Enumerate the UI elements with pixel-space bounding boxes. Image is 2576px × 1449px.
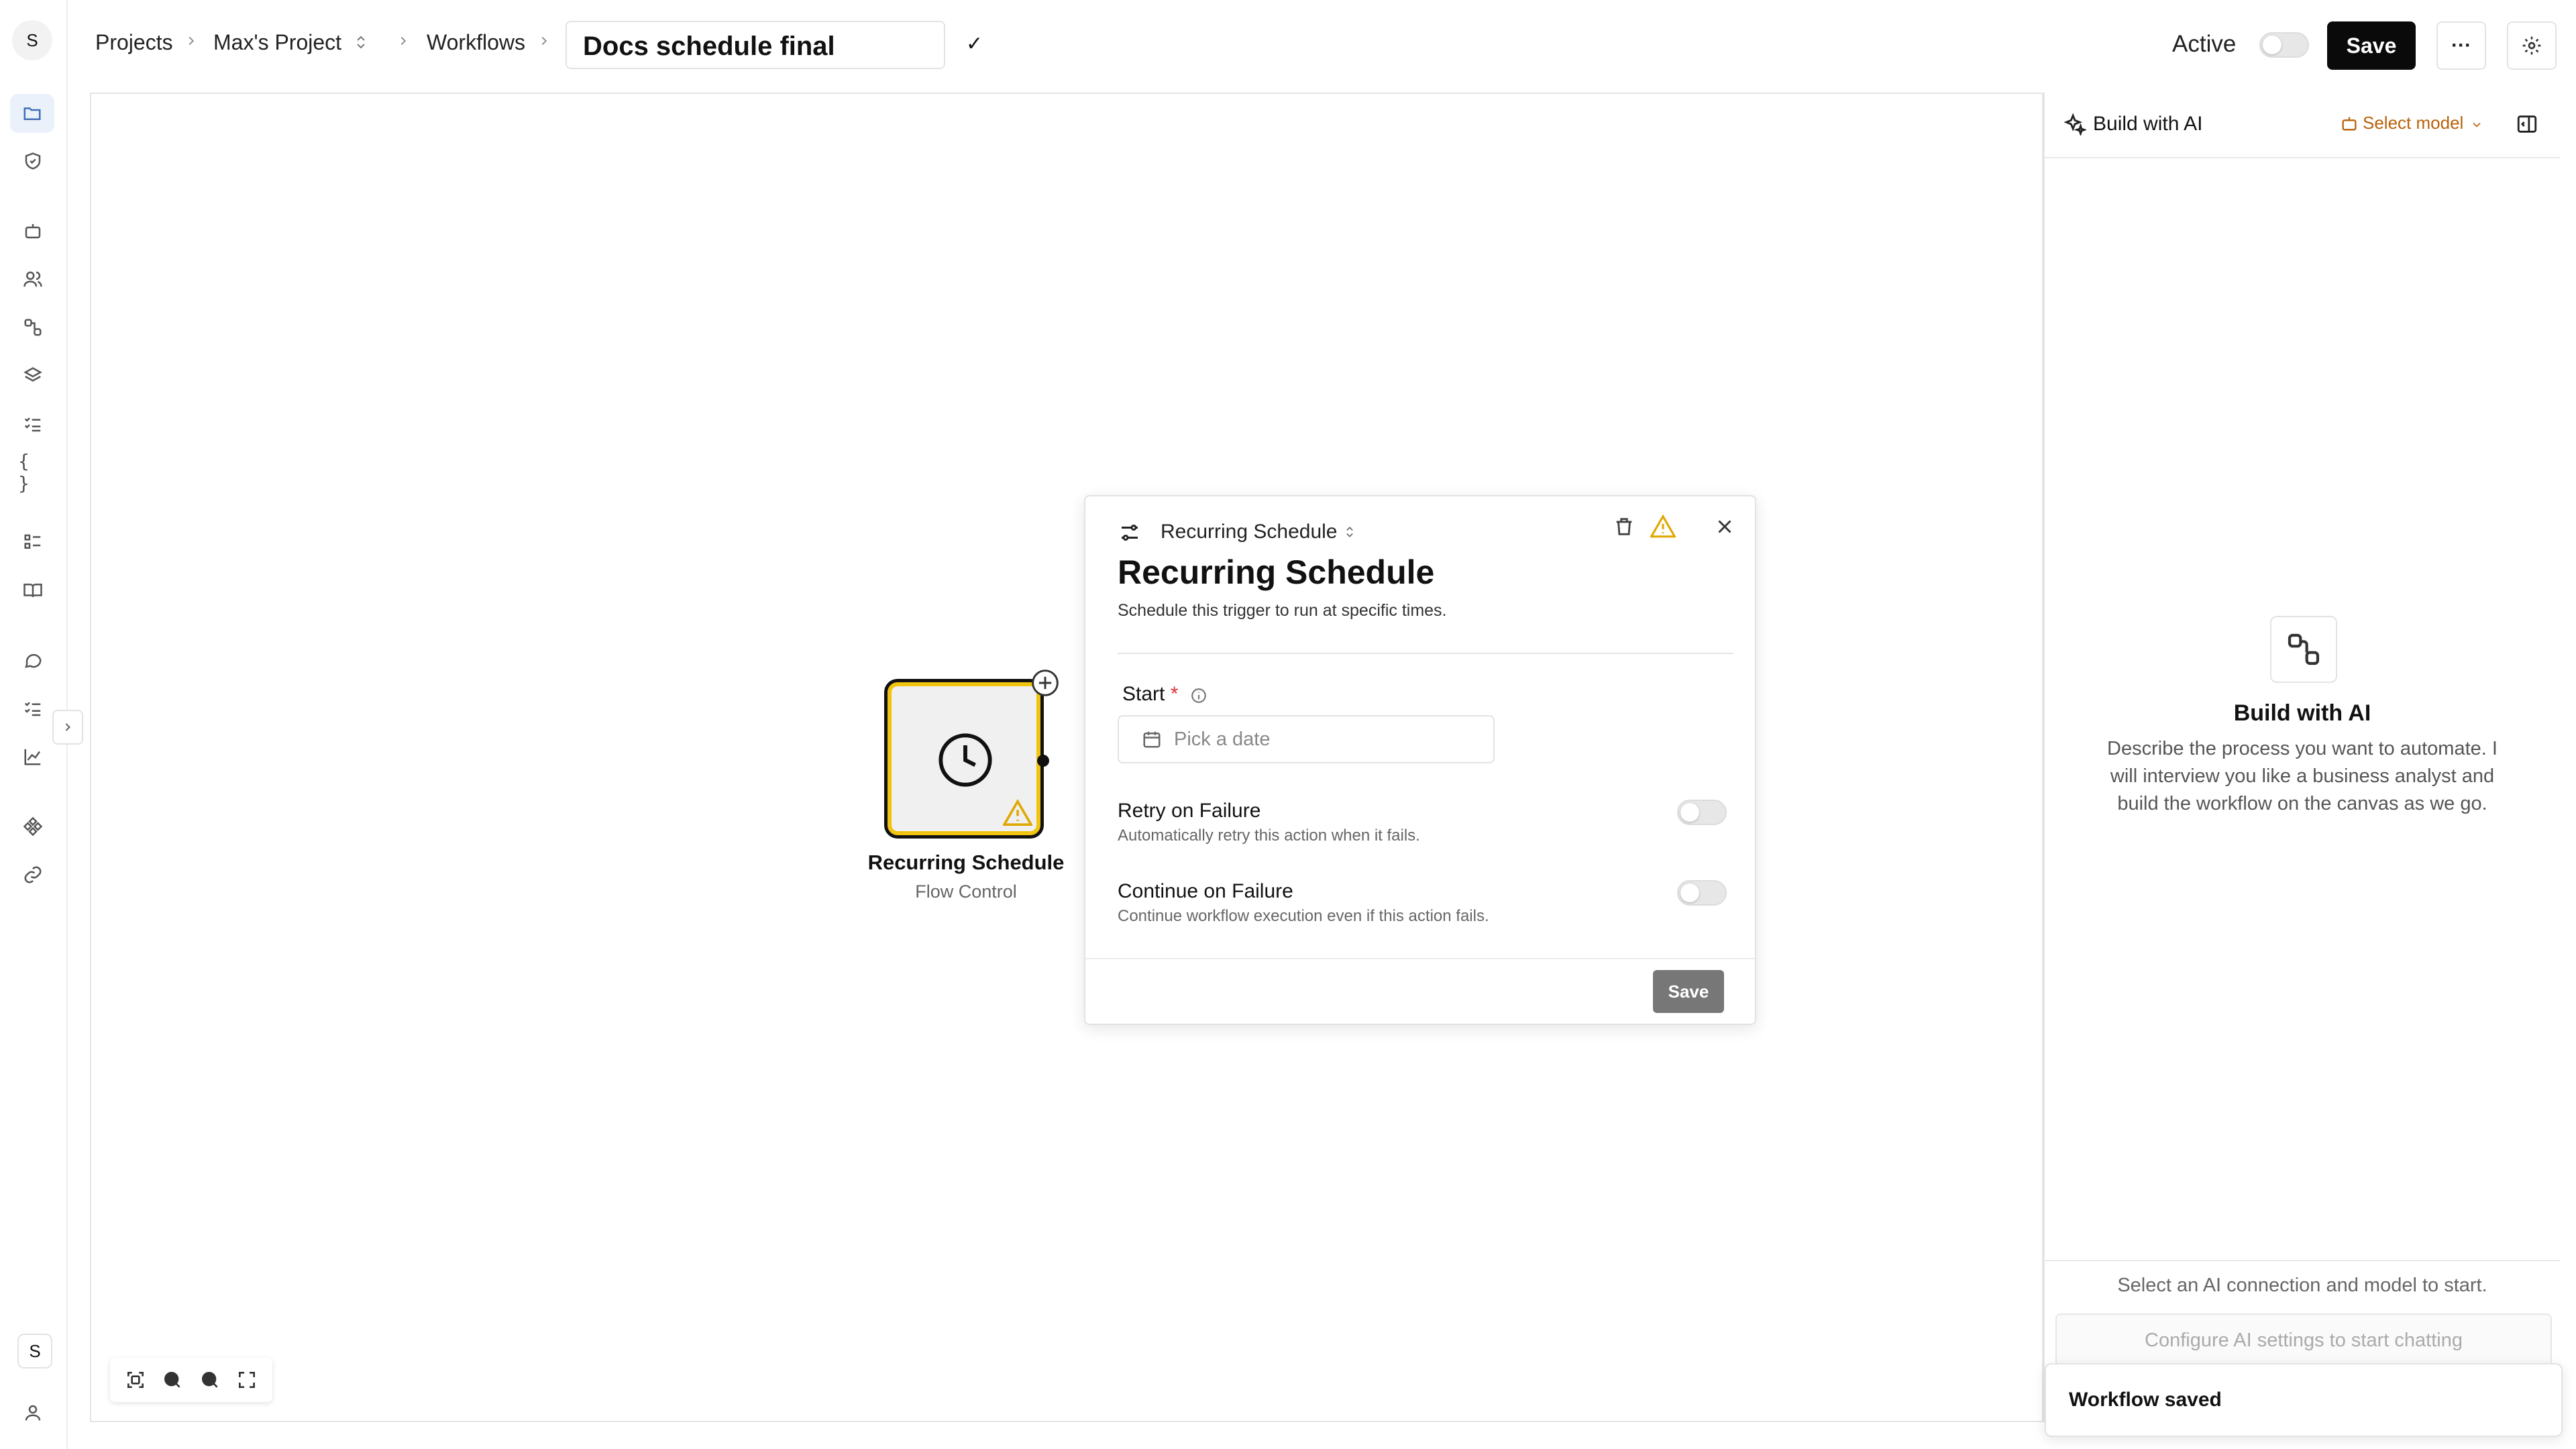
expand-sidebar-button[interactable] bbox=[52, 710, 83, 745]
retry-on-failure-description: Automatically retry this action when it … bbox=[1118, 826, 1420, 845]
user-icon[interactable] bbox=[18, 1398, 48, 1428]
link-icon[interactable] bbox=[18, 860, 48, 890]
warning-icon bbox=[1650, 514, 1676, 538]
workflow-name-input[interactable]: Docs schedule final bbox=[566, 21, 945, 69]
list-icon[interactable] bbox=[18, 527, 48, 557]
more-menu-button[interactable]: ··· bbox=[2436, 21, 2486, 70]
calendar-icon bbox=[1142, 729, 1162, 749]
panel-description: Schedule this trigger to run at specific… bbox=[1118, 601, 1447, 620]
node-output-handle[interactable] bbox=[1037, 755, 1049, 767]
sliders-icon bbox=[1118, 521, 1142, 545]
bot-icon[interactable] bbox=[18, 216, 48, 246]
braces-icon[interactable]: { } bbox=[18, 450, 48, 494]
continue-on-failure-description: Continue workflow execution even if this… bbox=[1118, 907, 1489, 925]
start-label-text: Start bbox=[1122, 683, 1165, 705]
chevron-right-icon bbox=[537, 34, 551, 48]
start-label: Start * bbox=[1122, 683, 1178, 706]
panel-footer-divider bbox=[1085, 958, 1755, 959]
chevron-right-icon bbox=[184, 34, 199, 48]
sparkles-icon bbox=[2063, 113, 2086, 136]
node-type-selector[interactable]: Recurring Schedule bbox=[1161, 521, 1337, 543]
collapse-panel-icon[interactable] bbox=[2516, 113, 2538, 136]
layers-icon[interactable] bbox=[18, 361, 48, 390]
select-model-dropdown[interactable]: Select model bbox=[2363, 113, 2463, 133]
fit-view-icon[interactable] bbox=[125, 1369, 146, 1391]
folder-icon[interactable] bbox=[10, 94, 54, 133]
chevron-updown-icon[interactable] bbox=[1343, 523, 1356, 541]
chevron-right-icon bbox=[396, 34, 411, 48]
model-bot-icon bbox=[2340, 114, 2359, 133]
node-title: Recurring Schedule bbox=[867, 851, 1065, 874]
workflow-node-recurring-schedule[interactable] bbox=[884, 679, 1044, 839]
ai-chat-input[interactable]: Configure AI settings to start chatting bbox=[2055, 1313, 2552, 1367]
chart-icon[interactable] bbox=[18, 742, 48, 771]
retry-on-failure-toggle[interactable] bbox=[1677, 800, 1727, 825]
panel-title: Recurring Schedule bbox=[1118, 553, 1435, 591]
panel-save-button[interactable]: Save bbox=[1653, 970, 1724, 1013]
tasks-icon[interactable] bbox=[18, 694, 48, 723]
breadcrumb-project[interactable]: Max's Project bbox=[213, 30, 341, 55]
info-icon[interactable] bbox=[1190, 687, 1208, 704]
shield-icon[interactable] bbox=[18, 146, 48, 176]
ai-panel-header-divider bbox=[2045, 157, 2560, 158]
ai-select-hint: Select an AI connection and model to sta… bbox=[2117, 1275, 2487, 1296]
chevron-right-icon bbox=[65, 723, 70, 731]
required-mark: * bbox=[1170, 683, 1179, 705]
workspace-badge[interactable]: S bbox=[17, 1334, 52, 1368]
zoom-out-icon[interactable] bbox=[199, 1369, 221, 1391]
ai-footer-divider bbox=[2045, 1260, 2560, 1261]
warning-icon bbox=[1003, 799, 1032, 826]
nodes-icon[interactable] bbox=[18, 313, 48, 342]
divider bbox=[1118, 653, 1733, 654]
confirm-name-icon[interactable]: ✓ bbox=[966, 32, 983, 56]
toast-message: Workflow saved bbox=[2069, 1389, 2222, 1411]
ai-panel-title: Build with AI bbox=[2093, 113, 2203, 135]
breadcrumb-workflows[interactable]: Workflows bbox=[427, 30, 525, 55]
continue-on-failure-label: Continue on Failure bbox=[1118, 880, 1293, 902]
add-node-icon[interactable] bbox=[1030, 668, 1060, 698]
project-switcher-icon[interactable] bbox=[353, 34, 369, 51]
save-button[interactable]: Save bbox=[2327, 21, 2416, 70]
zoom-in-icon[interactable] bbox=[162, 1369, 183, 1391]
ai-empty-title: Build with AI bbox=[2233, 700, 2371, 726]
checklist-icon[interactable] bbox=[18, 409, 48, 439]
clock-icon bbox=[936, 731, 995, 790]
workflow-nodes-icon bbox=[2270, 616, 2337, 683]
node-subtitle: Flow Control bbox=[915, 881, 1017, 902]
toast-notification: Workflow saved bbox=[2045, 1363, 2563, 1437]
trash-icon[interactable] bbox=[1613, 515, 1635, 538]
ai-empty-description: Describe the process you want to automat… bbox=[2107, 738, 2498, 814]
chevron-down-icon[interactable] bbox=[2470, 118, 2483, 131]
date-placeholder: Pick a date bbox=[1174, 728, 1271, 750]
close-icon[interactable] bbox=[1713, 515, 1736, 538]
gear-icon bbox=[2522, 36, 2541, 55]
retry-on-failure-label: Retry on Failure bbox=[1118, 800, 1261, 822]
settings-button[interactable] bbox=[2507, 21, 2557, 70]
start-date-picker[interactable]: Pick a date bbox=[1118, 715, 1495, 763]
zoom-controls bbox=[110, 1358, 272, 1402]
active-label: Active bbox=[2172, 31, 2237, 57]
book-icon[interactable] bbox=[18, 576, 48, 605]
fullscreen-icon[interactable] bbox=[236, 1369, 258, 1391]
workspace-avatar[interactable]: S bbox=[12, 20, 52, 60]
breadcrumb-projects[interactable]: Projects bbox=[95, 30, 173, 55]
chat-icon[interactable] bbox=[18, 645, 48, 675]
users-icon[interactable] bbox=[18, 264, 48, 294]
continue-on-failure-toggle[interactable] bbox=[1677, 880, 1727, 906]
puzzle-icon[interactable] bbox=[18, 812, 48, 841]
active-toggle[interactable] bbox=[2259, 32, 2309, 58]
